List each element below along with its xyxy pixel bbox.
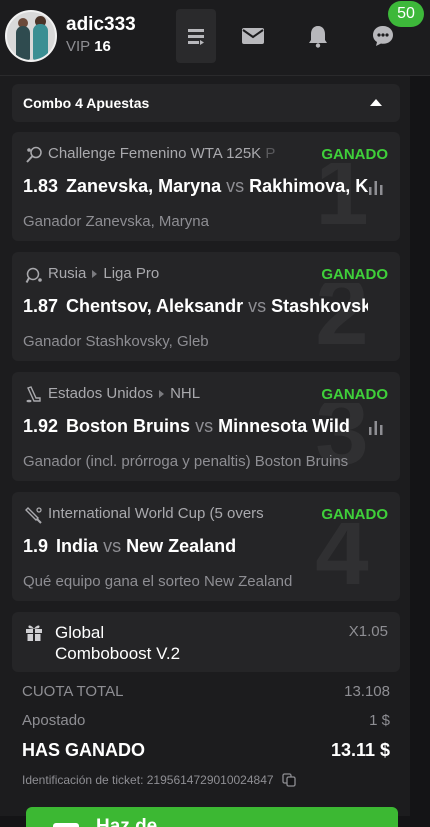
- chat-badge: 50: [388, 1, 424, 27]
- combo-header[interactable]: Combo 4 Apuestas: [12, 84, 400, 122]
- league-name: Rusia Liga Pro: [48, 265, 160, 282]
- league-name: Challenge Femenino WTA 125K P: [48, 145, 276, 162]
- selection-text: Ganador Stashkovsky, Gleb: [23, 333, 209, 350]
- hockey-icon: [26, 386, 41, 403]
- stats-icon[interactable]: [368, 421, 384, 435]
- away-team: Stashkovsk: [271, 296, 368, 316]
- home-team: Boston Bruins: [66, 416, 191, 436]
- avatar[interactable]: [5, 10, 57, 62]
- vip-level: VIP 16: [66, 38, 111, 55]
- winnings-row: HAS GANADO 13.11 $: [22, 740, 390, 761]
- leg-odds: 1.9: [23, 536, 49, 556]
- table-tennis-icon: [25, 267, 42, 283]
- vip-label: VIP: [66, 38, 91, 55]
- away-team: Rakhimova, K: [249, 176, 368, 196]
- selection-text: Ganador Zanevska, Maryna: [23, 213, 209, 230]
- stake-label: Apostado: [22, 712, 86, 729]
- messages-button[interactable]: [233, 9, 273, 63]
- ticket-id-row: Identificación de ticket: 21956147290100…: [22, 773, 296, 787]
- notifications-button[interactable]: [298, 9, 338, 63]
- total-odds-label: CUOTA TOTAL: [22, 683, 124, 700]
- envelope-icon: [242, 28, 264, 44]
- status-badge: GANADO: [315, 266, 388, 283]
- vs-label: vs: [226, 176, 245, 196]
- bet-slip-icon: [188, 29, 204, 45]
- username: adic333: [66, 14, 136, 35]
- vs-label: vs: [248, 296, 267, 316]
- gift-icon: [26, 625, 42, 641]
- home-team: India: [56, 536, 99, 556]
- bet-slip-button[interactable]: [176, 9, 216, 63]
- stake-row: Apostado 1 $: [22, 712, 390, 729]
- bet-leg-1: 1 Challenge Femenino WTA 125K P GANADO 1…: [12, 132, 400, 241]
- vip-level-value: 16: [94, 38, 111, 55]
- match-line: 1.9 India vs New Zealand: [23, 536, 368, 557]
- cricket-icon: [25, 507, 42, 524]
- chat-icon: [373, 26, 393, 46]
- status-badge: GANADO: [315, 506, 388, 523]
- leg-odds: 1.92: [23, 416, 59, 436]
- vs-label: vs: [103, 536, 122, 556]
- status-badge: GANADO: [315, 386, 388, 403]
- home-team: Zanevska, Maryna: [66, 176, 222, 196]
- leg-odds: 1.87: [23, 296, 59, 316]
- breadcrumb-arrow-icon: [159, 389, 165, 398]
- home-team: Chentsov, Aleksandr: [66, 296, 244, 316]
- league-name: International World Cup (5 overs: [48, 505, 264, 522]
- ticket-icon: [53, 823, 79, 827]
- stats-icon[interactable]: [368, 181, 384, 195]
- match-line: 1.87 Chentsov, Aleksandr vs Stashkovsk: [23, 296, 368, 317]
- bet-leg-2: 2 Rusia Liga Pro GANADO 1.87 Chentsov, Ale…: [12, 252, 400, 361]
- share-bet-label: Haz de: [96, 816, 158, 827]
- ticket-id: 2195614729010024847: [146, 773, 274, 787]
- selection-text: Qué equipo gana el sorteo New Zealand: [23, 573, 293, 590]
- bet-leg-3: 3 Estados Unidos NHL GANADO 1.92 Boston Br…: [12, 372, 400, 481]
- stake-value: 1 $: [369, 712, 390, 729]
- winnings-label: HAS GANADO: [22, 740, 146, 760]
- bell-icon: [309, 26, 327, 48]
- selection-text: Ganador (incl. prórroga y penaltis) Bost…: [23, 453, 349, 470]
- match-line: 1.83 Zanevska, Maryna vs Rakhimova, K: [23, 176, 368, 197]
- total-odds-row: CUOTA TOTAL 13.108: [22, 683, 390, 700]
- total-odds-value: 13.108: [344, 683, 390, 700]
- boost-multiplier: X1.05: [348, 623, 388, 640]
- share-bet-button[interactable]: Haz de: [26, 807, 398, 827]
- match-line: 1.92 Boston Bruins vs Minnesota Wild: [23, 416, 368, 437]
- leg-odds: 1.83: [23, 176, 59, 196]
- away-team: New Zealand: [126, 536, 237, 556]
- bet-leg-4: 4 International World Cup (5 overs GANAD…: [12, 492, 400, 601]
- breadcrumb-arrow-icon: [92, 269, 98, 278]
- boost-label: Global Comboboost V.2: [55, 623, 181, 663]
- status-badge: GANADO: [315, 146, 388, 163]
- combo-title: Combo 4 Apuestas: [23, 95, 150, 111]
- tennis-icon: [26, 146, 42, 163]
- league-name: Estados Unidos NHL: [48, 385, 201, 402]
- ticket-label: Identificación de ticket:: [22, 773, 144, 787]
- winnings-value: 13.11 $: [330, 740, 390, 760]
- top-bar: adic333 VIP 16 50: [0, 0, 430, 76]
- copy-icon[interactable]: [281, 773, 296, 787]
- vs-label: vs: [195, 416, 214, 436]
- collapse-caret-icon[interactable]: [370, 99, 382, 106]
- comboboost-card: Global Comboboost V.2 X1.05: [12, 612, 400, 672]
- away-team: Minnesota Wild: [218, 416, 350, 436]
